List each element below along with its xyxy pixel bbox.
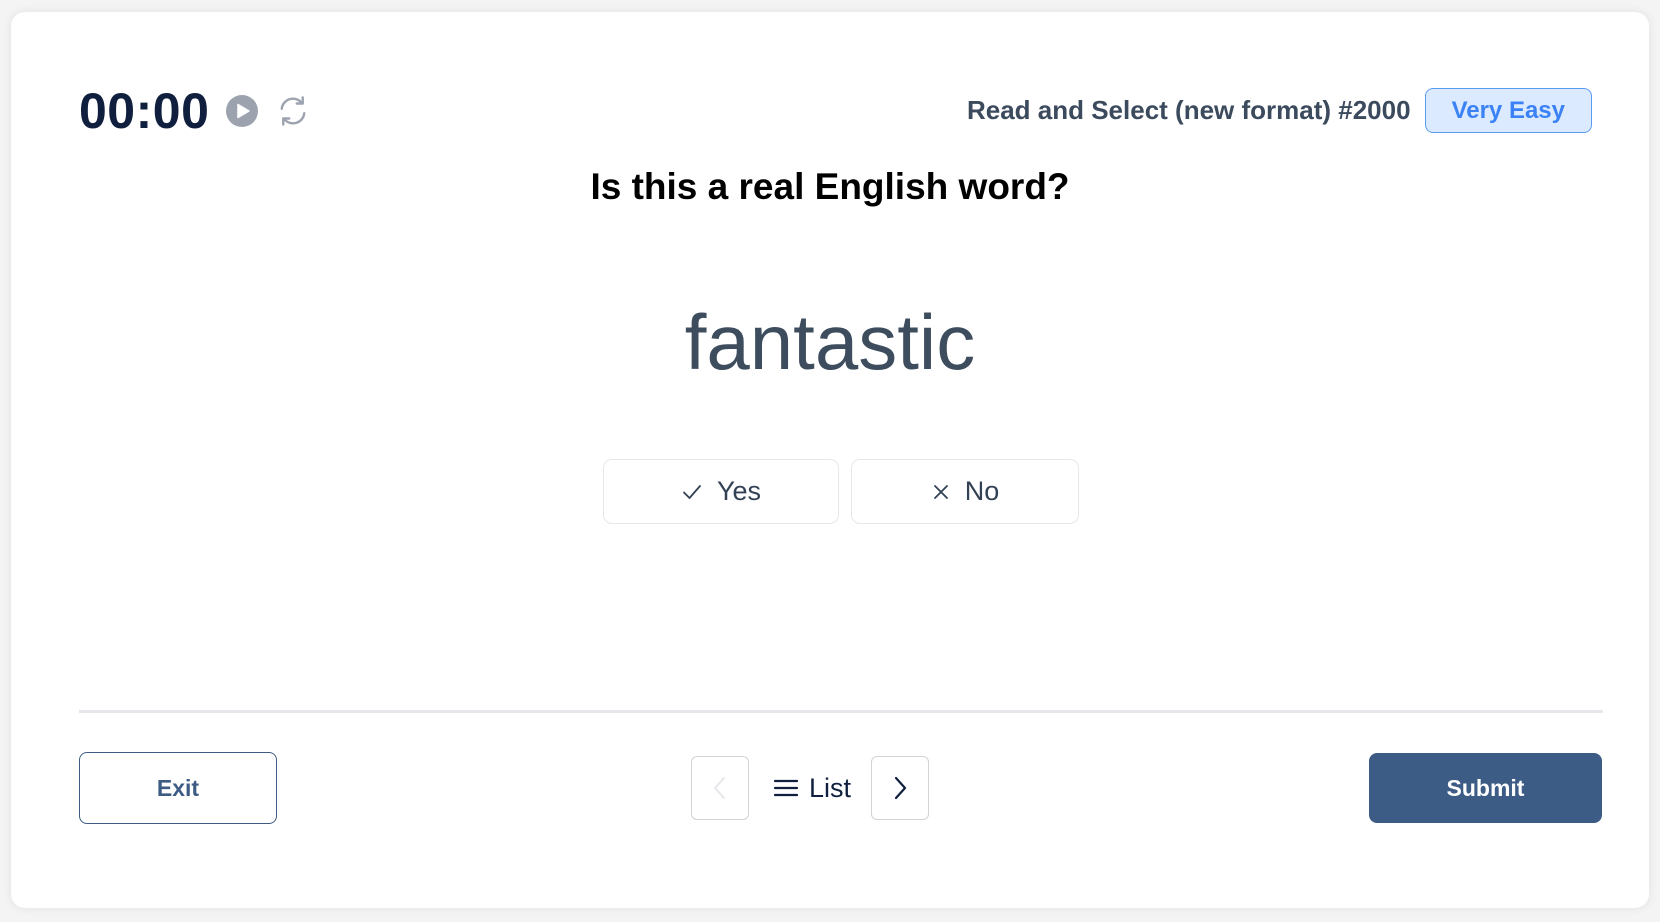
task-title: Read and Select (new format) #2000 — [966, 95, 1411, 125]
practice-card: 00:00 Read and Select (new format) #2000… — [11, 12, 1649, 908]
play-icon — [226, 95, 259, 127]
previous-button[interactable] — [691, 756, 749, 820]
yes-label: Yes — [716, 476, 762, 506]
list-button[interactable]: List — [773, 773, 851, 804]
exit-button[interactable]: Exit — [79, 752, 277, 824]
chevron-right-icon — [894, 776, 907, 800]
refresh-icon — [280, 96, 306, 126]
task-header: Read and Select (new format) #2000 Very … — [967, 87, 1592, 134]
difficulty-badge: Very Easy — [1424, 88, 1592, 133]
question-word: fantastic — [684, 298, 976, 386]
check-icon — [681, 481, 703, 503]
timer-display: 00:00 — [79, 83, 210, 139]
timer: 00:00 — [79, 82, 311, 140]
menu-icon — [773, 778, 799, 798]
submit-button[interactable]: Submit — [1369, 753, 1602, 823]
list-label: List — [809, 772, 852, 803]
yes-button[interactable]: Yes — [603, 459, 839, 524]
no-label: No — [964, 476, 1000, 506]
question-navigation: List — [691, 756, 930, 820]
question-prompt: Is this a real English word? — [590, 166, 1070, 207]
answer-options: Yes No — [603, 459, 1079, 524]
play-timer-button[interactable] — [225, 94, 259, 128]
x-icon — [931, 482, 951, 502]
next-button[interactable] — [871, 756, 930, 820]
chevron-left-icon — [714, 777, 725, 799]
reset-timer-button[interactable] — [275, 93, 311, 129]
footer-divider — [79, 710, 1603, 713]
no-button[interactable]: No — [851, 459, 1079, 524]
